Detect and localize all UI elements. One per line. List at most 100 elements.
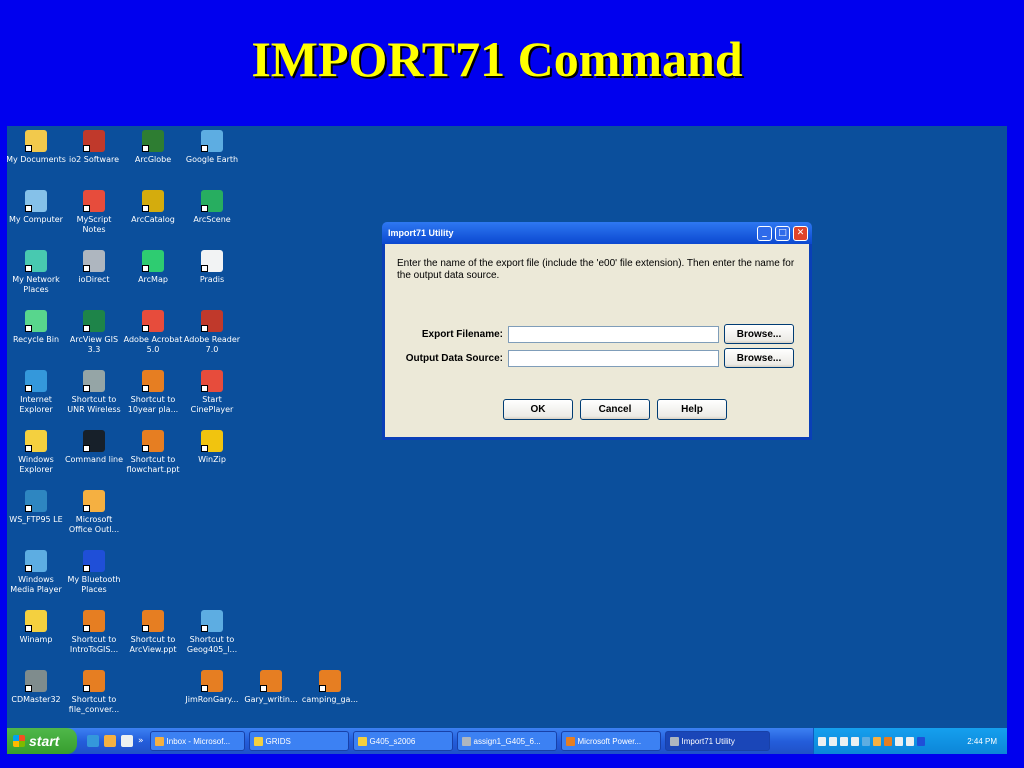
desktop-icon-item[interactable]: Windows Media Player <box>7 550 66 595</box>
tray-icon[interactable] <box>829 736 837 746</box>
taskbar-task-button[interactable]: GRIDS <box>248 731 349 751</box>
desktop-icon-item[interactable]: My Documents <box>7 130 66 165</box>
desktop-icon[interactable] <box>121 735 133 747</box>
tray-icon[interactable] <box>862 736 870 746</box>
ok-button[interactable]: OK <box>503 399 573 420</box>
command-line-icon <box>83 430 105 452</box>
ppt-shortcut-icon <box>142 610 164 632</box>
my-network-places-icon <box>25 250 47 272</box>
desktop-icon-label: ArcView GIS 3.3 <box>69 335 119 354</box>
close-button[interactable]: ✕ <box>793 225 808 241</box>
outlook-icon[interactable] <box>104 735 116 747</box>
taskbar-task-button[interactable]: Inbox - Microsof... <box>149 731 245 751</box>
desktop-icon-item[interactable]: Adobe Reader 7.0 <box>182 310 242 355</box>
task-label: G405_s2006 <box>369 736 416 746</box>
volume-icon[interactable] <box>906 736 914 746</box>
my-documents-icon <box>25 130 47 152</box>
desktop-screenshot: My Documents io2 Software ArcGlobe Google E… <box>7 126 1007 754</box>
desktop-icon-label: My Documents <box>7 155 66 164</box>
export-browse-button[interactable]: Browse... <box>724 324 794 344</box>
desktop-icon-item[interactable]: ArcView GIS 3.3 <box>64 310 124 355</box>
desktop-icon-label: Winamp <box>19 635 53 644</box>
desktop-icon-item[interactable]: ioDirect <box>64 250 124 285</box>
desktop-icon-item[interactable]: io2 Software <box>64 130 124 165</box>
desktop-icon-item[interactable]: Recycle Bin <box>7 310 66 345</box>
desktop-icon-item[interactable]: Adobe Acrobat 5.0 <box>123 310 183 355</box>
network-icon[interactable] <box>895 736 903 746</box>
tray-icon[interactable] <box>851 736 859 746</box>
export-filename-input[interactable] <box>508 325 719 343</box>
desktop-icon-item[interactable]: Shortcut to IntroToGIS... <box>64 610 124 655</box>
desktop-icon-item[interactable]: CDMaster32 <box>7 670 66 705</box>
mail-icon[interactable] <box>873 736 881 746</box>
internet-explorer-icon[interactable] <box>87 735 99 747</box>
desktop-icon-item[interactable]: Command line <box>64 430 124 465</box>
desktop-icon-label: JimRonGary... <box>185 695 239 704</box>
quick-launch-more[interactable]: » <box>138 736 144 746</box>
desktop-icon-item[interactable]: Google Earth <box>182 130 242 165</box>
desktop-icon-label: Internet Explorer <box>19 395 53 414</box>
folder-icon <box>357 736 367 746</box>
desktop-icon-item[interactable]: Pradis <box>182 250 242 285</box>
output-browse-button[interactable]: Browse... <box>724 348 794 368</box>
desktop-icon-label: Google Earth <box>185 155 239 164</box>
taskbar-task-button[interactable]: Microsoft Power... <box>560 731 661 751</box>
desktop-icon-item[interactable]: Shortcut to ArcView.ppt <box>123 610 183 655</box>
desktop-icon-item[interactable]: ArcMap <box>123 250 183 285</box>
taskbar-task-button[interactable]: assign1_G405_6... <box>456 731 557 751</box>
desktop-icon-item[interactable]: Microsoft Office Outl... <box>64 490 124 535</box>
google-earth-icon <box>201 130 223 152</box>
desktop-icon-item[interactable]: MyScript Notes <box>64 190 124 235</box>
desktop-icon-item[interactable]: My Bluetooth Places <box>64 550 124 595</box>
taskbar-task-button[interactable]: G405_s2006 <box>352 731 453 751</box>
desktop-icon-item[interactable]: ArcCatalog <box>123 190 183 225</box>
desktop-icon-item[interactable]: Shortcut to 10year pla... <box>123 370 183 415</box>
desktop-icon-item[interactable]: camping_ga... <box>300 670 360 705</box>
dialog-instructions: Enter the name of the export file (inclu… <box>397 258 795 281</box>
output-row: Output Data Source: Browse... <box>395 348 794 368</box>
output-data-source-input[interactable] <box>508 349 719 367</box>
folder-icon <box>253 736 263 746</box>
bluetooth-icon[interactable] <box>917 736 925 746</box>
desktop-icon-item[interactable]: My Network Places <box>7 250 66 295</box>
task-label: GRIDS <box>265 736 291 746</box>
desktop-icon-item[interactable]: Winamp <box>7 610 66 645</box>
desktop-icon-item[interactable]: Windows Explorer <box>7 430 66 475</box>
desktop-icon-label: Adobe Acrobat 5.0 <box>123 335 183 354</box>
tray-icon[interactable] <box>884 736 892 746</box>
start-button[interactable]: start <box>7 728 77 754</box>
desktop-icon-label: MyScript Notes <box>76 215 112 234</box>
desktop-icon-item[interactable]: ArcGlobe <box>123 130 183 165</box>
tray-icon[interactable] <box>840 736 848 746</box>
desktop-icon-label: My Bluetooth Places <box>67 575 121 594</box>
desktop-icon-item[interactable]: WS_FTP95 LE <box>7 490 66 525</box>
desktop-icon-item[interactable]: My Computer <box>7 190 66 225</box>
desktop-icon-item[interactable]: Gary_writin... <box>241 670 301 705</box>
dialog-title: Import71 Utility <box>388 228 454 238</box>
desktop-icon-item[interactable]: Shortcut to UNR Wireless <box>64 370 124 415</box>
slide-title: IMPORT71 Command <box>251 31 743 87</box>
desktop-icon-item[interactable]: Shortcut to Geog405_l... <box>182 610 242 655</box>
minimize-button[interactable]: _ <box>757 225 772 241</box>
help-button[interactable]: Help <box>657 399 727 420</box>
tray-icon[interactable] <box>818 736 826 746</box>
taskbar: start » Inbox - Microsof... GRIDS G405_s20… <box>7 728 1007 754</box>
desktop-icon-label: My Network Places <box>12 275 60 294</box>
desktop-icon-label: Adobe Reader 7.0 <box>183 335 241 354</box>
maximize-button[interactable]: □ <box>775 225 790 241</box>
desktop-icon-item[interactable]: Shortcut to flowchart.ppt <box>123 430 183 475</box>
dialog-titlebar[interactable]: Import71 Utility _ □ ✕ <box>382 222 812 244</box>
internet-explorer-icon <box>25 370 47 392</box>
html-shortcut-icon <box>201 610 223 632</box>
taskbar-task-button[interactable]: Import71 Utility <box>664 731 770 751</box>
desktop-icon-item[interactable]: Start CinePlayer <box>182 370 242 415</box>
arcglobe-icon <box>142 130 164 152</box>
desktop-icon-item[interactable]: JimRonGary... <box>182 670 242 705</box>
desktop-icon-item[interactable]: WinZip <box>182 430 242 465</box>
cancel-button[interactable]: Cancel <box>580 399 650 420</box>
desktop-icon-item[interactable]: Shortcut to file_conver... <box>64 670 124 715</box>
desktop-icon-label: Shortcut to file_conver... <box>68 695 120 714</box>
desktop-icon-item[interactable]: ArcScene <box>182 190 242 225</box>
desktop-icon-label: io2 Software <box>68 155 119 164</box>
desktop-icon-item[interactable]: Internet Explorer <box>7 370 66 415</box>
